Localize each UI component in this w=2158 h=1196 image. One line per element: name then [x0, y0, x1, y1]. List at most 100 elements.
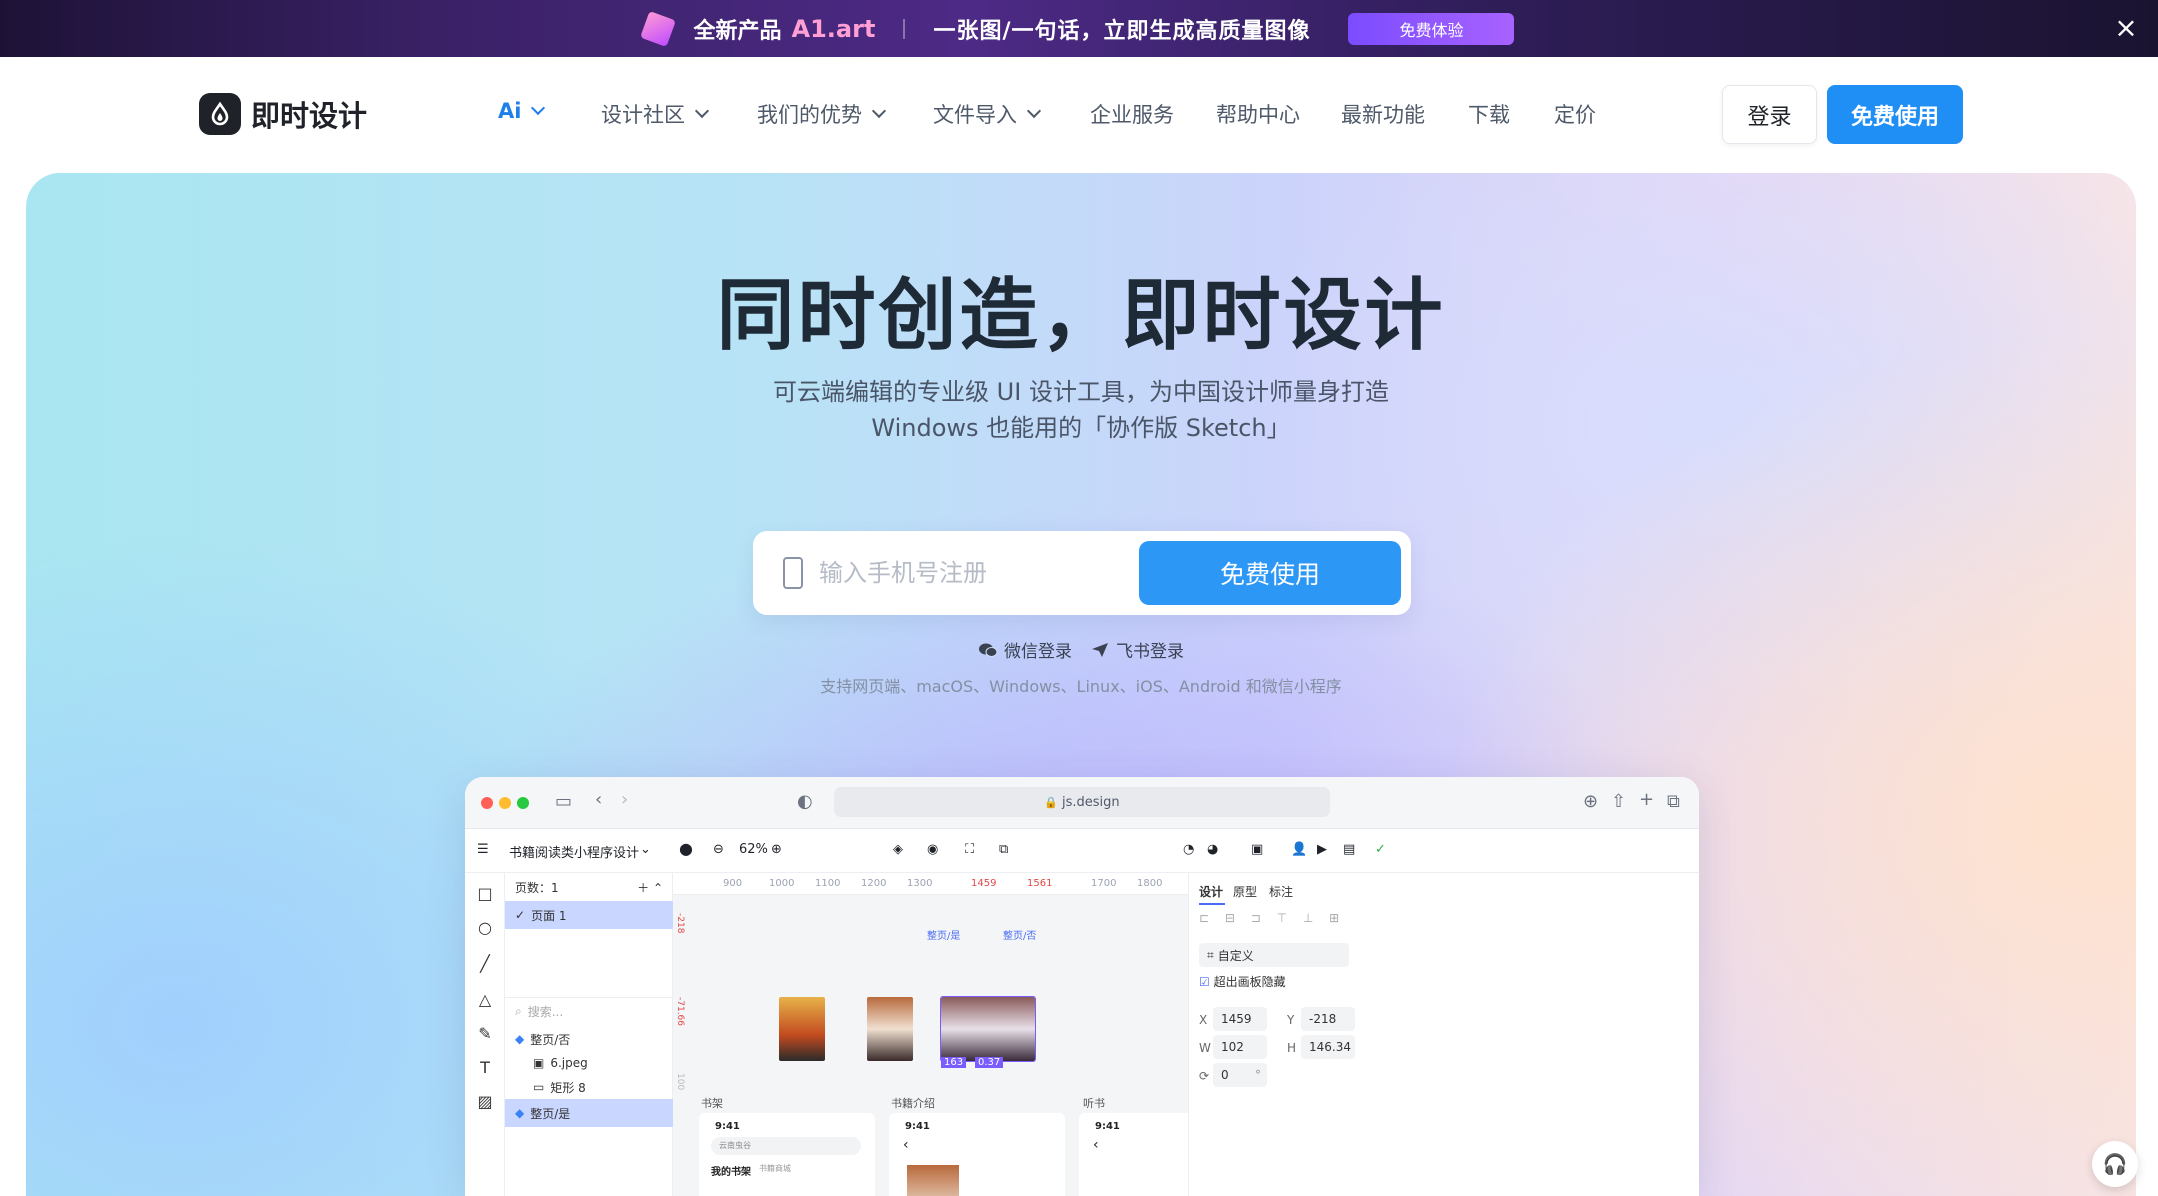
promo-try-button[interactable]: 免费体验	[1348, 12, 1515, 45]
feishu-login-link[interactable]: 飞书登录	[1090, 637, 1184, 662]
menu-label: 设计社区	[601, 103, 685, 127]
minimize-dot-icon	[499, 797, 511, 809]
promo-banner[interactable]: 全新产品 A1.art 一张图/一句话，立即生成高质量图像 免费体验 ×	[0, 0, 2158, 57]
bookshelf-frame[interactable]: 9:41 云南虫谷 我的书架 书籍商城	[699, 1113, 875, 1196]
menu-item-file-import[interactable]: 文件导入	[933, 99, 1042, 129]
h-input[interactable]: 146.34	[1301, 1035, 1355, 1059]
w-label: W	[1199, 1041, 1211, 1055]
size-badge: 163	[941, 1057, 967, 1068]
browser-titlebar: ▭ ‹ › ◐ 🔒 js.design ⊕ ⇧ + ⧉	[465, 777, 1699, 829]
menu-item-community[interactable]: 设计社区	[601, 99, 710, 129]
status-time: 9:41	[905, 1121, 930, 1132]
phone-icon	[783, 557, 803, 589]
chevron-down-icon: ⌄	[640, 842, 651, 857]
book-cover-thumb[interactable]	[867, 997, 913, 1061]
menu-item-advantages[interactable]: 我们的优势	[757, 99, 887, 129]
clip-label: 超出画板隐藏	[1213, 975, 1286, 989]
frame-tool-icon[interactable]: □	[476, 885, 494, 903]
close-icon[interactable]: ×	[2112, 14, 2140, 42]
headset-icon[interactable]: 🎧	[2092, 1141, 2138, 1187]
free-use-button[interactable]: 免费使用	[1827, 85, 1963, 144]
wechat-login-link[interactable]: 微信登录	[978, 637, 1072, 662]
menu-label: 文件导入	[933, 103, 1017, 127]
add-page-icon[interactable]: ＋ ⌃	[637, 879, 663, 896]
crop-icon: ⛶	[965, 842, 975, 857]
text-tool-icon[interactable]: T	[476, 1059, 494, 1077]
phone-input[interactable]	[819, 553, 1119, 593]
rotation-icon: ⟳	[1199, 1069, 1210, 1083]
tab-prototype[interactable]: 原型	[1233, 883, 1257, 900]
frame-preset-select[interactable]: ⌗ 自定义	[1199, 943, 1349, 967]
layer-item[interactable]: ◆ 整页/是	[505, 1099, 673, 1127]
ruler-tick: 1561	[1027, 878, 1053, 889]
signup-button[interactable]: 免费使用	[1139, 541, 1401, 605]
menu-item-enterprise[interactable]: 企业服务	[1090, 99, 1174, 129]
avatar: ◕	[1207, 842, 1219, 857]
tab-design[interactable]: 设计	[1199, 883, 1223, 900]
feishu-login-label: 飞书登录	[1116, 642, 1184, 662]
menu-item-download[interactable]: 下载	[1468, 99, 1510, 129]
layer-item[interactable]: ▭ 矩形 8	[505, 1073, 673, 1101]
book-cover-thumb[interactable]	[779, 997, 825, 1061]
audiobook-frame[interactable]: 9:41 ‹	[1079, 1113, 1199, 1196]
menu-item-pricing[interactable]: 定价	[1554, 99, 1596, 129]
triangle-tool-icon[interactable]: △	[476, 991, 494, 1009]
logo[interactable]: 即时设计	[199, 93, 367, 135]
size-badge: 0.37	[975, 1057, 1004, 1068]
chevron-down-icon	[694, 103, 710, 119]
image-tool-icon[interactable]: ▨	[476, 1093, 494, 1111]
design-canvas[interactable]: 900 1000 1100 1200 1300 1459 1561 1700 1…	[673, 873, 1199, 1196]
shelf-title: 我的书架	[711, 1167, 751, 1178]
mask-icon: ◉	[927, 842, 939, 857]
login-button[interactable]: 登录	[1722, 85, 1817, 144]
back-icon: ‹	[595, 789, 603, 810]
frame-label: 整页/是	[927, 931, 961, 942]
ellipse-tool-icon[interactable]: ○	[476, 919, 494, 937]
line-tool-icon[interactable]: ╱	[476, 955, 494, 973]
page-item[interactable]: ✓ 页面 1	[505, 901, 673, 929]
ruler-tick: 1800	[1137, 878, 1163, 889]
check-circle-icon: ✓	[1375, 842, 1386, 857]
tab-annotate[interactable]: 标注	[1269, 883, 1293, 900]
menu-label: 最新功能	[1341, 103, 1425, 127]
wechat-icon	[979, 643, 998, 657]
zoom-level: 62%	[739, 842, 768, 857]
ruler-mark: -71.66	[675, 997, 685, 1027]
selected-book-cover[interactable]	[940, 996, 1036, 1062]
w-input[interactable]: 102	[1213, 1035, 1267, 1059]
send-icon	[1092, 642, 1108, 657]
file-name: 书籍阅读类小程序设计	[509, 846, 640, 861]
editor-toolbar: ☰ 书籍阅读类小程序设计 ⌄ ● ⊖ 62% ⊕ ◈ ◉ ⛶ ⧉ ◔ ◕ ▣ 👤…	[465, 829, 1699, 873]
app-preview: ▭ ‹ › ◐ 🔒 js.design ⊕ ⇧ + ⧉ ☰ 书籍阅读类小程序设计…	[465, 777, 1699, 1196]
layer-search[interactable]: ⌕ 搜索...	[505, 997, 673, 1025]
wechat-login-label: 微信登录	[1004, 642, 1072, 662]
frame-icon: ⌗	[1207, 947, 1214, 962]
menu-item-help[interactable]: 帮助中心	[1216, 99, 1300, 129]
zoom-in-icon: ⊕	[771, 842, 782, 857]
book-intro-frame[interactable]: 9:41 ‹	[889, 1113, 1065, 1196]
url-text: js.design	[1062, 794, 1120, 810]
rotation-input[interactable]: 0 °	[1213, 1063, 1267, 1087]
menu-item-new-features[interactable]: 最新功能	[1341, 99, 1425, 129]
promo-product-label: 全新产品	[693, 18, 782, 44]
ruler-tick: 1300	[907, 878, 933, 889]
pages-count: 页数：1	[515, 880, 559, 895]
y-input[interactable]: -218	[1301, 1007, 1355, 1031]
menu-label: Ai	[498, 99, 522, 123]
rotation-value: 0	[1221, 1068, 1229, 1082]
x-input[interactable]: 1459	[1213, 1007, 1267, 1031]
rotation-unit: °	[1255, 1068, 1261, 1082]
layer-label: 整页/是	[530, 1106, 571, 1121]
menu-label: 企业服务	[1090, 103, 1174, 127]
platform-support-text: 支持网页端、macOS、Windows、Linux、iOS、Android 和微…	[820, 677, 1342, 696]
clip-checkbox[interactable]: ☑ 超出画板隐藏	[1199, 973, 1286, 990]
pages-header: 页数：1 ＋ ⌃	[505, 873, 673, 901]
component-icon: ◈	[893, 842, 903, 857]
ruler-mark: -218	[675, 913, 685, 934]
ruler-tick: 1459	[971, 878, 997, 889]
section-label: 书架	[701, 1097, 723, 1110]
pen-tool-icon[interactable]: ✎	[476, 1025, 494, 1043]
menu-item-ai[interactable]: Ai	[498, 99, 546, 123]
download-icon: ⊕	[1583, 791, 1599, 812]
chevron-down-icon	[871, 103, 887, 119]
